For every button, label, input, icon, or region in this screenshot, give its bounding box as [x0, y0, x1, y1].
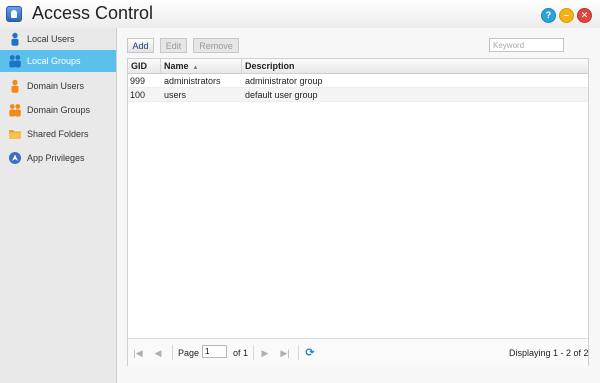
main-panel: Add Edit Remove GID Name▲ Description 99…: [117, 28, 600, 383]
sidebar-item-local-groups[interactable]: Local Groups: [0, 50, 116, 72]
page-label: Page: [178, 348, 200, 358]
cell-description: default user group: [245, 90, 318, 100]
app-privilege-icon: [9, 152, 21, 164]
last-page-icon[interactable]: ▶|: [279, 347, 291, 359]
table-header: GID Name ▲ Description: [128, 59, 588, 74]
sidebar-item-domain-users[interactable]: Domain Users: [0, 75, 116, 97]
cell-name: users: [164, 90, 187, 100]
previous-page-icon[interactable]: ◀: [152, 347, 164, 359]
local-group-icon: [9, 55, 21, 68]
pagination-bar: |◀ ◀ Page of 1 ▶ ▶| ⟳ Displaying 1 - 2 o…: [128, 338, 589, 367]
column-header-label: GID: [131, 61, 148, 71]
minimize-button[interactable]: –: [559, 8, 574, 23]
cell-description: administrator group: [245, 76, 323, 86]
sidebar: Local Users Local Groups Domain Users Do…: [0, 28, 117, 383]
cell-gid: 999: [130, 76, 146, 86]
sidebar-item-label: Domain Groups: [27, 105, 91, 115]
sidebar-item-domain-groups[interactable]: Domain Groups: [0, 99, 116, 121]
pager-divider: [298, 345, 299, 360]
sidebar-item-local-users[interactable]: Local Users: [0, 28, 116, 50]
column-header-label: Name: [164, 61, 189, 71]
pager-divider: [172, 345, 173, 360]
domain-group-icon: [9, 104, 21, 117]
page-number-input[interactable]: [202, 345, 227, 358]
cell-gid: 100: [130, 90, 146, 100]
add-button[interactable]: Add: [127, 38, 154, 53]
help-button[interactable]: ?: [541, 8, 556, 23]
table-row[interactable]: 999 administrators administrator group: [128, 74, 588, 88]
close-button[interactable]: ✕: [577, 8, 592, 23]
cell-name: administrators: [164, 76, 221, 86]
remove-button[interactable]: Remove: [193, 38, 239, 53]
column-header-name[interactable]: Name ▲: [161, 59, 242, 73]
display-count-text: Displaying 1 - 2 of 2: [509, 348, 589, 358]
sidebar-item-app-privileges[interactable]: App Privileges: [0, 147, 116, 169]
access-control-app-icon: [6, 6, 22, 22]
column-header-gid[interactable]: GID: [128, 59, 161, 73]
refresh-icon[interactable]: ⟳: [304, 347, 316, 359]
edit-button[interactable]: Edit: [160, 38, 187, 53]
sidebar-item-label: Local Users: [27, 34, 75, 44]
page-count-label: of 1: [233, 348, 249, 358]
search-input[interactable]: [489, 38, 564, 52]
folder-icon: [9, 130, 21, 139]
sort-ascending-icon: ▲: [192, 65, 199, 71]
sidebar-item-label: App Privileges: [27, 153, 85, 163]
sidebar-item-label: Shared Folders: [27, 129, 89, 139]
first-page-icon[interactable]: |◀: [132, 347, 144, 359]
window-title: Access Control: [32, 3, 154, 23]
local-user-icon: [11, 32, 19, 46]
column-header-description[interactable]: Description: [242, 59, 588, 73]
next-page-icon[interactable]: ▶: [259, 347, 271, 359]
pager-divider: [253, 345, 254, 360]
sidebar-item-label: Local Groups: [27, 56, 81, 66]
groups-table: GID Name ▲ Description 999 administrators…: [127, 58, 589, 367]
column-header-label: Description: [245, 61, 295, 71]
title-bar: Access Control ? – ✕: [0, 0, 600, 29]
domain-user-icon: [11, 79, 19, 93]
table-row[interactable]: 100 users default user group: [128, 88, 588, 102]
sidebar-item-label: Domain Users: [27, 81, 85, 91]
sidebar-item-shared-folders[interactable]: Shared Folders: [0, 123, 116, 145]
